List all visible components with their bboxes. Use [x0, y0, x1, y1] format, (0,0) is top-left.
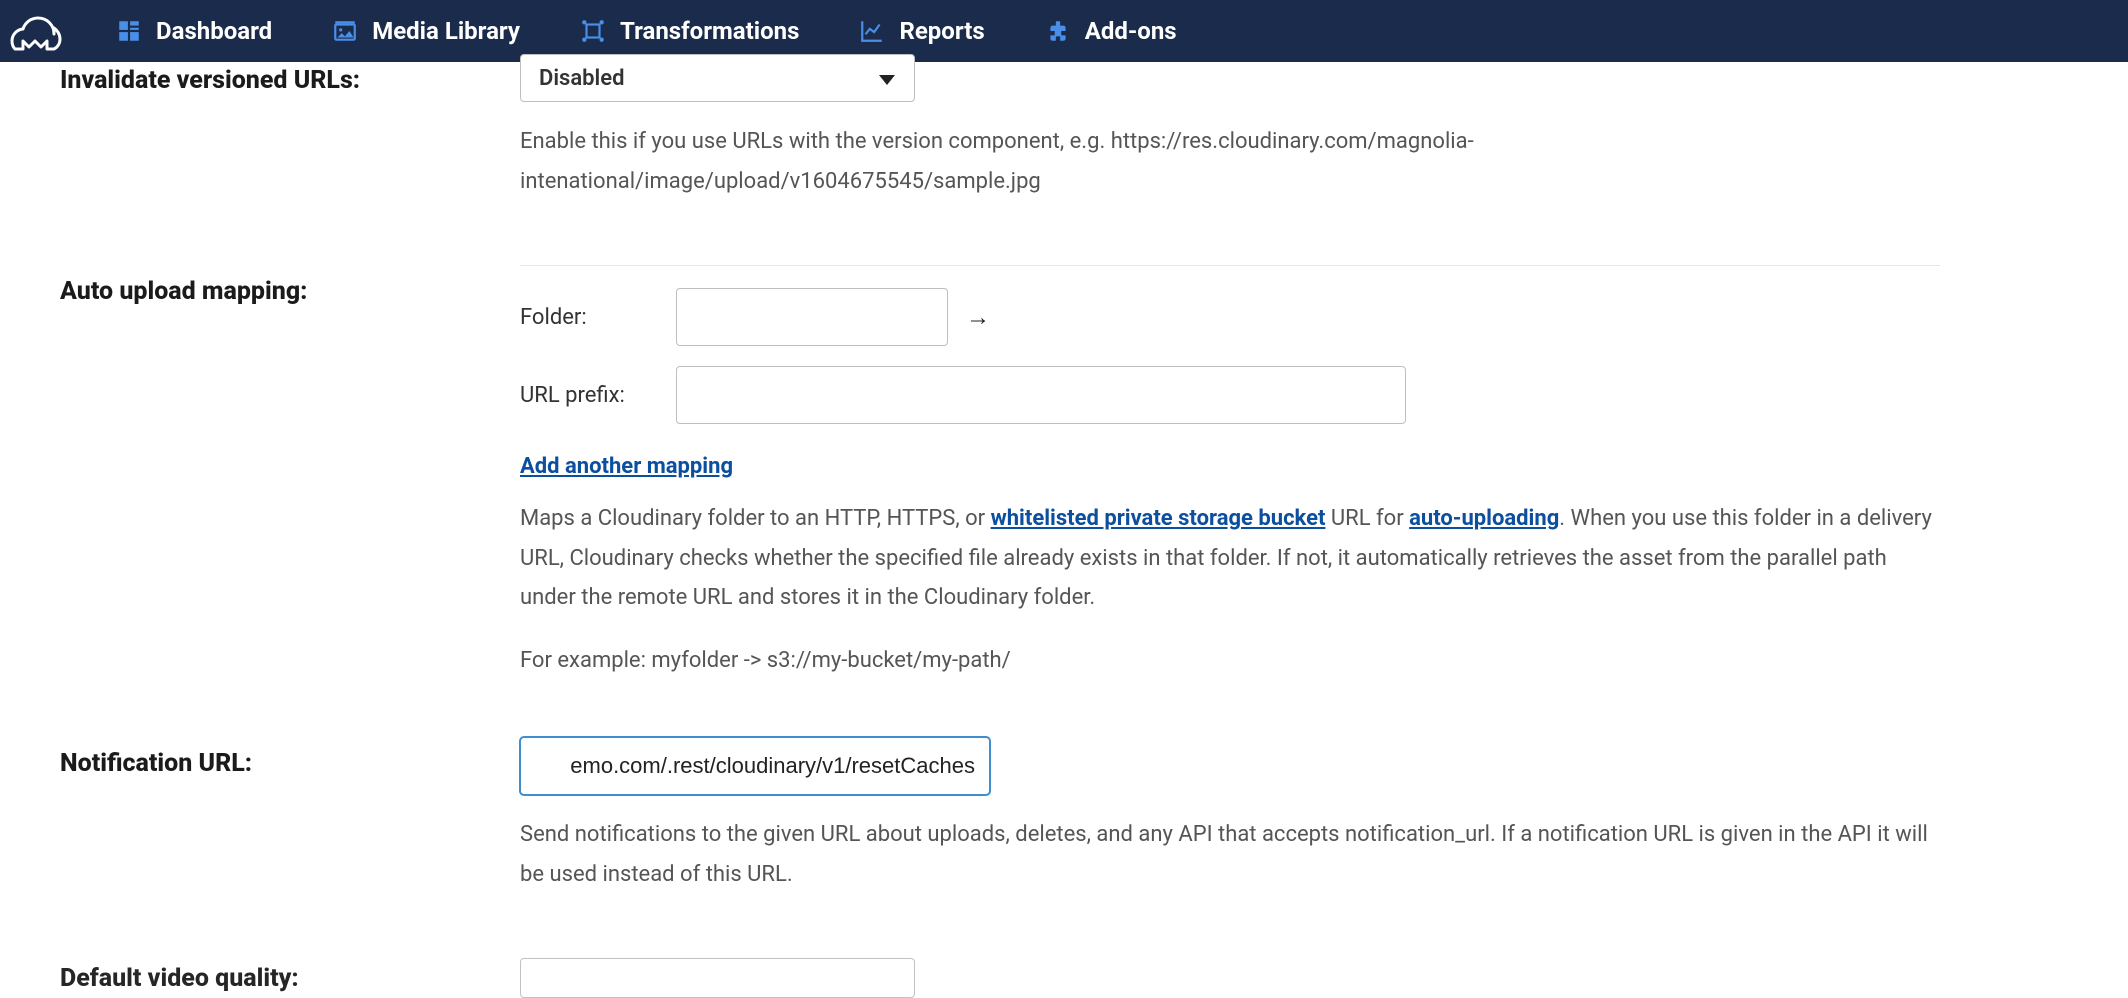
settings-content: Invalidate versioned URLs: Disabled Enab… [0, 54, 2128, 998]
top-nav: Dashboard Media Library Transformations … [0, 0, 2128, 62]
cloud-logo-icon [8, 14, 68, 54]
logo[interactable] [0, 0, 76, 62]
nav-label: Media Library [372, 17, 520, 45]
row-notification-url: Notification URL: Send notifications to … [60, 719, 2068, 894]
nav-label: Add-ons [1085, 17, 1177, 45]
field-invalidate-urls: Disabled Enable this if you use URLs wit… [520, 54, 1940, 201]
label-auto-upload: Auto upload mapping: [60, 265, 520, 306]
nav-transformations[interactable]: Transformations [580, 17, 799, 45]
add-mapping-link[interactable]: Add another mapping [520, 454, 733, 479]
row-default-video-quality: Default video quality: . [60, 940, 2068, 998]
notification-url-input[interactable] [520, 737, 990, 795]
divider [520, 265, 1940, 266]
label-notification-url: Notification URL: [60, 737, 520, 778]
nav-addons[interactable]: Add-ons [1045, 17, 1177, 45]
field-notification-url: Send notifications to the given URL abou… [520, 737, 1940, 894]
label-default-video-quality: Default video quality: [60, 958, 520, 993]
row-invalidate-urls: Invalidate versioned URLs: Disabled Enab… [60, 54, 2068, 201]
media-library-icon [332, 18, 358, 44]
field-auto-upload: Folder: → URL prefix: Add another mappin… [520, 265, 1940, 673]
nav-media-library[interactable]: Media Library [332, 17, 520, 45]
example-auto-upload: For example: myfolder -> s3://my-bucket/… [520, 648, 1940, 673]
video-quality-select[interactable]: . [520, 958, 915, 998]
select-value: . [539, 966, 545, 991]
dashboard-icon [116, 18, 142, 44]
helper-invalidate-urls: Enable this if you use URLs with the ver… [520, 122, 1940, 201]
reports-icon [859, 18, 885, 44]
folder-label: Folder: [520, 305, 658, 330]
helper-notification-url: Send notifications to the given URL abou… [520, 815, 1940, 894]
folder-input[interactable] [676, 288, 948, 346]
transformations-icon [580, 18, 606, 44]
urlprefix-label: URL prefix: [520, 383, 658, 408]
row-auto-upload: Auto upload mapping: Folder: → URL prefi… [60, 247, 2068, 673]
invalidate-select[interactable]: Disabled [520, 54, 915, 102]
helper-auto-upload: Maps a Cloudinary folder to an HTTP, HTT… [520, 499, 1940, 618]
nav-reports[interactable]: Reports [859, 17, 984, 45]
nav-dashboard[interactable]: Dashboard [116, 17, 272, 45]
mapping-urlprefix-row: URL prefix: [520, 366, 1940, 424]
url-prefix-input[interactable] [676, 366, 1406, 424]
nav-label: Dashboard [156, 17, 272, 45]
label-invalidate-urls: Invalidate versioned URLs: [60, 54, 520, 95]
whitelisted-bucket-link[interactable]: whitelisted private storage bucket [991, 506, 1326, 531]
select-value: Disabled [539, 66, 625, 91]
nav-label: Transformations [620, 17, 799, 45]
nav-items: Dashboard Media Library Transformations … [116, 17, 1177, 45]
mapping-folder-row: Folder: → [520, 288, 1940, 346]
field-default-video-quality: . [520, 958, 1940, 998]
nav-label: Reports [899, 17, 984, 45]
auto-uploading-link[interactable]: auto-uploading [1409, 506, 1559, 531]
arrow-right-icon: → [966, 303, 990, 332]
addons-icon [1045, 18, 1071, 44]
